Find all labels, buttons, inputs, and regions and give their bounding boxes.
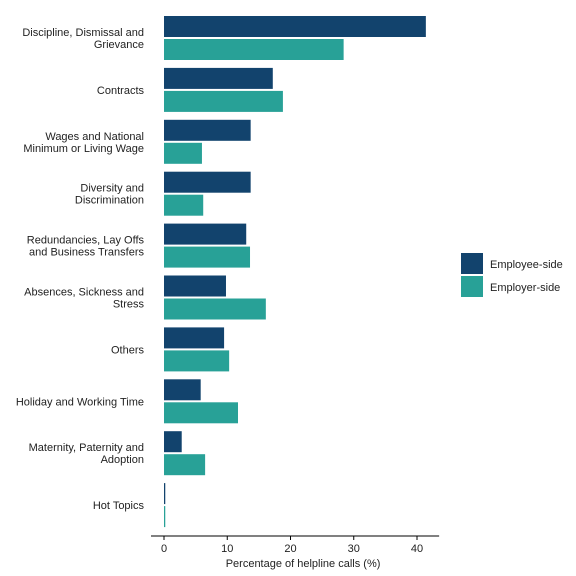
category-label-line: Holiday and Working Time: [16, 396, 144, 408]
x-axis-title: Percentage of helpline calls (%): [226, 558, 381, 570]
category-label-line: Redundancies, Lay Offs: [27, 235, 145, 247]
bar-employee-8: [164, 431, 182, 453]
category-label: Maternity, Paternity and Adoption: [29, 442, 144, 466]
bar-employee-9: [164, 483, 166, 505]
category-label-line: Discipline, Dismissal and: [22, 27, 144, 39]
legend-label-employer: Employer-side: [490, 282, 560, 294]
category-label: Wages and National Minimum or Living Wage: [23, 131, 144, 155]
bar-employee-3: [164, 171, 251, 193]
bar-employee-2: [164, 119, 251, 141]
x-axis: 0 10 20 30 40 Percentage of helpline calls (…: [151, 535, 440, 570]
x-ticks: 0 10 20 30 40: [161, 536, 423, 555]
bar-employee-1: [164, 67, 273, 89]
category-label-line: Adoption: [101, 454, 144, 466]
category-label: Diversity and Discrimination: [75, 183, 144, 207]
x-tick-label: 30: [348, 543, 360, 555]
chart: Discipline, Dismissal and Grievance Contra…: [16, 16, 563, 570]
bar-employee-7: [164, 379, 201, 401]
category-label-line: Absences, Sickness and: [24, 287, 144, 299]
category-label-line: Minimum or Living Wage: [23, 143, 144, 155]
category-label: Redundancies, Lay Offs and Business Trans…: [27, 235, 145, 259]
bar-employee-6: [164, 327, 225, 349]
category-label-line: Diversity and: [80, 183, 144, 195]
bar-employee-5: [164, 275, 226, 297]
category-label-line: Stress: [113, 299, 145, 311]
category-label-line: Contracts: [97, 85, 145, 97]
bar-employer-9: [164, 506, 166, 528]
bar-employer-1: [164, 90, 283, 112]
legend-swatch-employer: [461, 276, 483, 297]
bar-employee-4: [164, 223, 247, 245]
bar-employer-5: [164, 298, 266, 320]
legend-label-employee: Employee-side: [490, 259, 563, 271]
bar-employer-0: [164, 39, 344, 60]
category-label-line: Others: [111, 344, 145, 356]
category-label: Absences, Sickness and Stress: [24, 287, 144, 311]
category-label-line: Wages and National: [45, 131, 144, 143]
category-label: Holiday and Working Time: [16, 396, 144, 408]
category-label: Hot Topics: [93, 500, 145, 512]
category-labels: Discipline, Dismissal and Grievance Contra…: [16, 27, 145, 512]
category-label-line: Grievance: [94, 39, 144, 51]
category-label-line: Maternity, Paternity and: [29, 442, 144, 454]
bar-employer-3: [164, 194, 204, 216]
legend-swatch-employee: [461, 253, 483, 274]
bar-employer-8: [164, 454, 206, 476]
category-label: Contracts: [97, 85, 145, 97]
bar-employee-0: [164, 16, 426, 37]
bar-employer-4: [164, 246, 251, 268]
category-label-line: and Business Transfers: [29, 247, 144, 259]
category-label-line: Discrimination: [75, 195, 144, 207]
category-label: Others: [111, 344, 145, 356]
x-tick-label: 40: [411, 543, 423, 555]
legend: Employee-side Employer-side: [461, 253, 563, 297]
x-tick-label: 10: [221, 543, 233, 555]
bar-employer-7: [164, 402, 239, 424]
x-tick-label: 20: [284, 543, 296, 555]
bars-layer: [164, 16, 426, 528]
category-label-line: Hot Topics: [93, 500, 145, 512]
bar-employer-2: [164, 142, 202, 164]
x-tick-label: 0: [161, 543, 167, 555]
bar-employer-6: [164, 350, 230, 372]
category-label: Discipline, Dismissal and Grievance: [22, 27, 144, 51]
